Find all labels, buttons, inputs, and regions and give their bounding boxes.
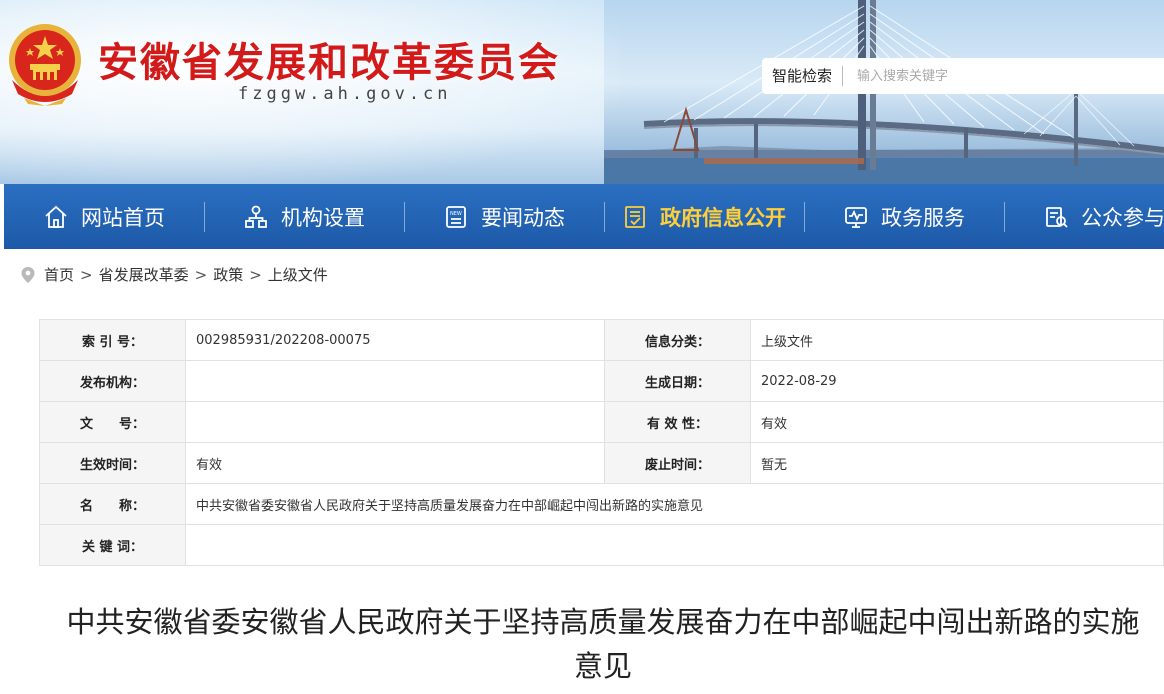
breadcrumb-policy[interactable]: 政策 [213, 264, 243, 285]
doc-no-label: 文 号： [39, 401, 186, 443]
nav-item-home[interactable]: 网站首页 [4, 184, 204, 249]
location-pin-icon [21, 266, 35, 283]
breadcrumb-separator: > [194, 265, 208, 284]
nav-label: 要闻动态 [481, 205, 565, 230]
table-row: 关 键 词： [39, 524, 1164, 566]
nav-item-public-participation[interactable]: 公众参与 [1004, 184, 1164, 249]
search-box: 智能检索 [762, 58, 1164, 94]
breadcrumb: 首页 > 省发展改革委 > 政策 > 上级文件 [20, 264, 328, 285]
main-nav: 网站首页 机构设置 NEW 要闻动态 政府信息公开 政务服务 公众参与 [4, 184, 1164, 249]
svg-text:NEW: NEW [450, 211, 462, 217]
national-emblem-icon [9, 24, 81, 106]
breadcrumb-commission[interactable]: 省发展改革委 [99, 264, 189, 285]
news-icon: NEW [443, 204, 469, 230]
effective-time-value: 有效 [185, 442, 605, 484]
org-chart-icon [243, 204, 269, 230]
info-disclosure-icon [622, 204, 648, 230]
service-monitor-icon [843, 204, 869, 230]
keywords-label: 关 键 词： [39, 524, 186, 566]
header-banner: 安徽省发展和改革委员会 fzggw.ah.gov.cn 智能检索 [0, 0, 1164, 184]
index-no-label: 索 引 号： [39, 319, 186, 361]
keywords-value [185, 524, 1164, 566]
table-row: 文 号： 有 效 性： 有效 [39, 401, 1164, 443]
document-info-table: 索 引 号： 002985931/202208-00075 信息分类： 上级文件… [39, 319, 1164, 566]
index-no-value: 002985931/202208-00075 [185, 319, 605, 361]
name-value: 中共安徽省委安徽省人民政府关于坚持高质量发展奋力在中部崛起中闯出新路的实施意见 [185, 483, 1164, 525]
nav-item-news[interactable]: NEW 要闻动态 [404, 184, 604, 249]
breadcrumb-superior-documents[interactable]: 上级文件 [268, 264, 328, 285]
effective-time-label: 生效时间： [39, 442, 186, 484]
article-title: 中共安徽省委安徽省人民政府关于坚持高质量发展奋力在中部崛起中闯出新路的实施意见 [66, 605, 1140, 683]
nav-item-services[interactable]: 政务服务 [804, 184, 1004, 249]
site-domain: fzggw.ah.gov.cn [238, 84, 452, 104]
breadcrumb-home[interactable]: 首页 [44, 264, 74, 285]
public-participation-icon [1043, 204, 1069, 230]
name-label: 名 称： [39, 483, 186, 525]
nav-item-info-disclosure[interactable]: 政府信息公开 [604, 184, 804, 249]
abolish-time-value: 暂无 [750, 442, 1164, 484]
validity-value: 有效 [750, 401, 1164, 443]
publisher-value [185, 360, 605, 402]
breadcrumb-separator: > [249, 265, 262, 284]
category-value: 上级文件 [750, 319, 1164, 361]
nav-label: 网站首页 [81, 205, 165, 230]
abolish-time-label: 废止时间： [604, 442, 751, 484]
breadcrumb-separator: > [80, 265, 93, 284]
search-input[interactable] [843, 59, 1164, 93]
category-label: 信息分类： [604, 319, 751, 361]
publisher-label: 发布机构： [39, 360, 186, 402]
smart-search-button[interactable]: 智能检索 [762, 66, 844, 86]
table-row: 名 称： 中共安徽省委安徽省人民政府关于坚持高质量发展奋力在中部崛起中闯出新路的… [39, 483, 1164, 525]
nav-label: 政府信息公开 [660, 205, 786, 230]
doc-no-value [185, 401, 605, 443]
home-icon [43, 204, 69, 230]
nav-label: 机构设置 [281, 205, 365, 230]
table-row: 索 引 号： 002985931/202208-00075 信息分类： 上级文件 [39, 319, 1164, 361]
validity-label: 有 效 性： [604, 401, 751, 443]
date-label: 生成日期： [604, 360, 751, 402]
nav-item-organization[interactable]: 机构设置 [204, 184, 404, 249]
nav-label: 政务服务 [881, 205, 965, 230]
date-value: 2022-08-29 [750, 360, 1164, 402]
site-title[interactable]: 安徽省发展和改革委员会 [98, 30, 560, 88]
table-row: 生效时间： 有效 废止时间： 暂无 [39, 442, 1164, 484]
table-row: 发布机构： 生成日期： 2022-08-29 [39, 360, 1164, 402]
nav-label: 公众参与 [1081, 205, 1164, 230]
